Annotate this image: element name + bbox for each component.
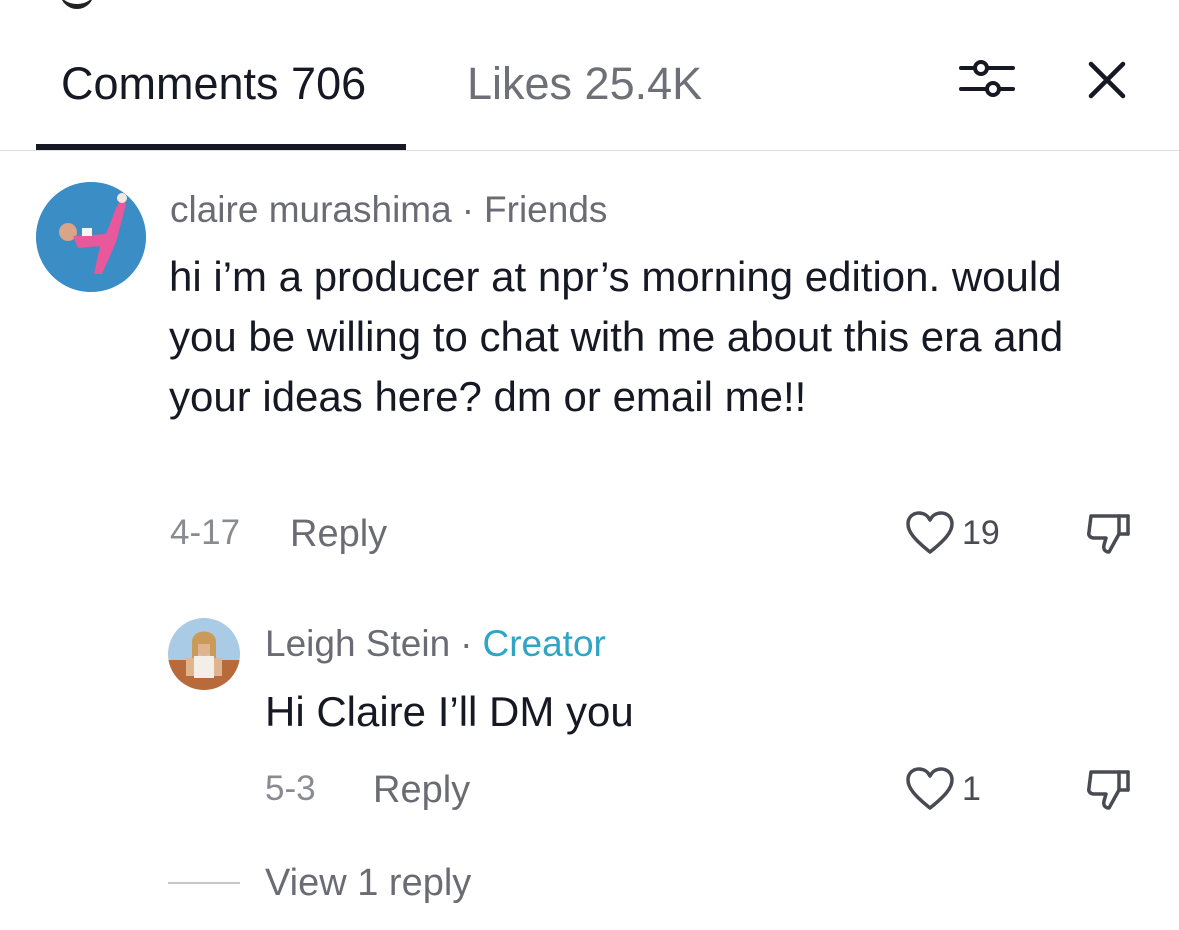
view-replies-line <box>168 882 240 884</box>
tab-likes[interactable]: Likes 25.4K <box>467 58 702 110</box>
relation-badge: Friends <box>484 189 608 230</box>
tab-comments[interactable]: Comments 706 <box>61 58 366 110</box>
creator-badge: Creator <box>482 623 606 664</box>
comments-header: Comments 706 Likes 25.4K <box>0 0 1179 152</box>
comment-author[interactable]: claire murashima <box>170 189 452 230</box>
close-icon[interactable] <box>1085 58 1129 102</box>
reply-button[interactable]: Reply <box>373 768 470 812</box>
reply-date: 5-3 <box>265 769 316 808</box>
comment-text: hi i’m a producer at npr’s morning editi… <box>169 253 1064 420</box>
header-divider <box>0 150 1179 151</box>
filter-icon[interactable] <box>958 56 1016 102</box>
comment-meta: claire murashima · Friends <box>170 188 607 232</box>
avatar[interactable] <box>168 618 240 690</box>
reply-button[interactable]: Reply <box>290 512 387 556</box>
reply-text: Hi Claire I’ll DM you <box>265 688 634 735</box>
avatar[interactable] <box>36 182 146 292</box>
like-count: 19 <box>962 514 1000 552</box>
comment-date: 4-17 <box>170 513 241 552</box>
dislike-icon[interactable] <box>1085 510 1131 556</box>
heart-icon[interactable] <box>905 510 955 556</box>
reply-author[interactable]: Leigh Stein <box>265 623 450 664</box>
separator-dot: · <box>460 623 473 664</box>
heart-icon[interactable] <box>905 766 955 812</box>
reply-meta: Leigh Stein · Creator <box>265 622 606 666</box>
separator-dot: · <box>461 189 475 230</box>
like-count: 1 <box>962 770 981 808</box>
dislike-icon[interactable] <box>1085 766 1131 812</box>
view-replies-button[interactable]: View 1 reply <box>265 861 471 905</box>
